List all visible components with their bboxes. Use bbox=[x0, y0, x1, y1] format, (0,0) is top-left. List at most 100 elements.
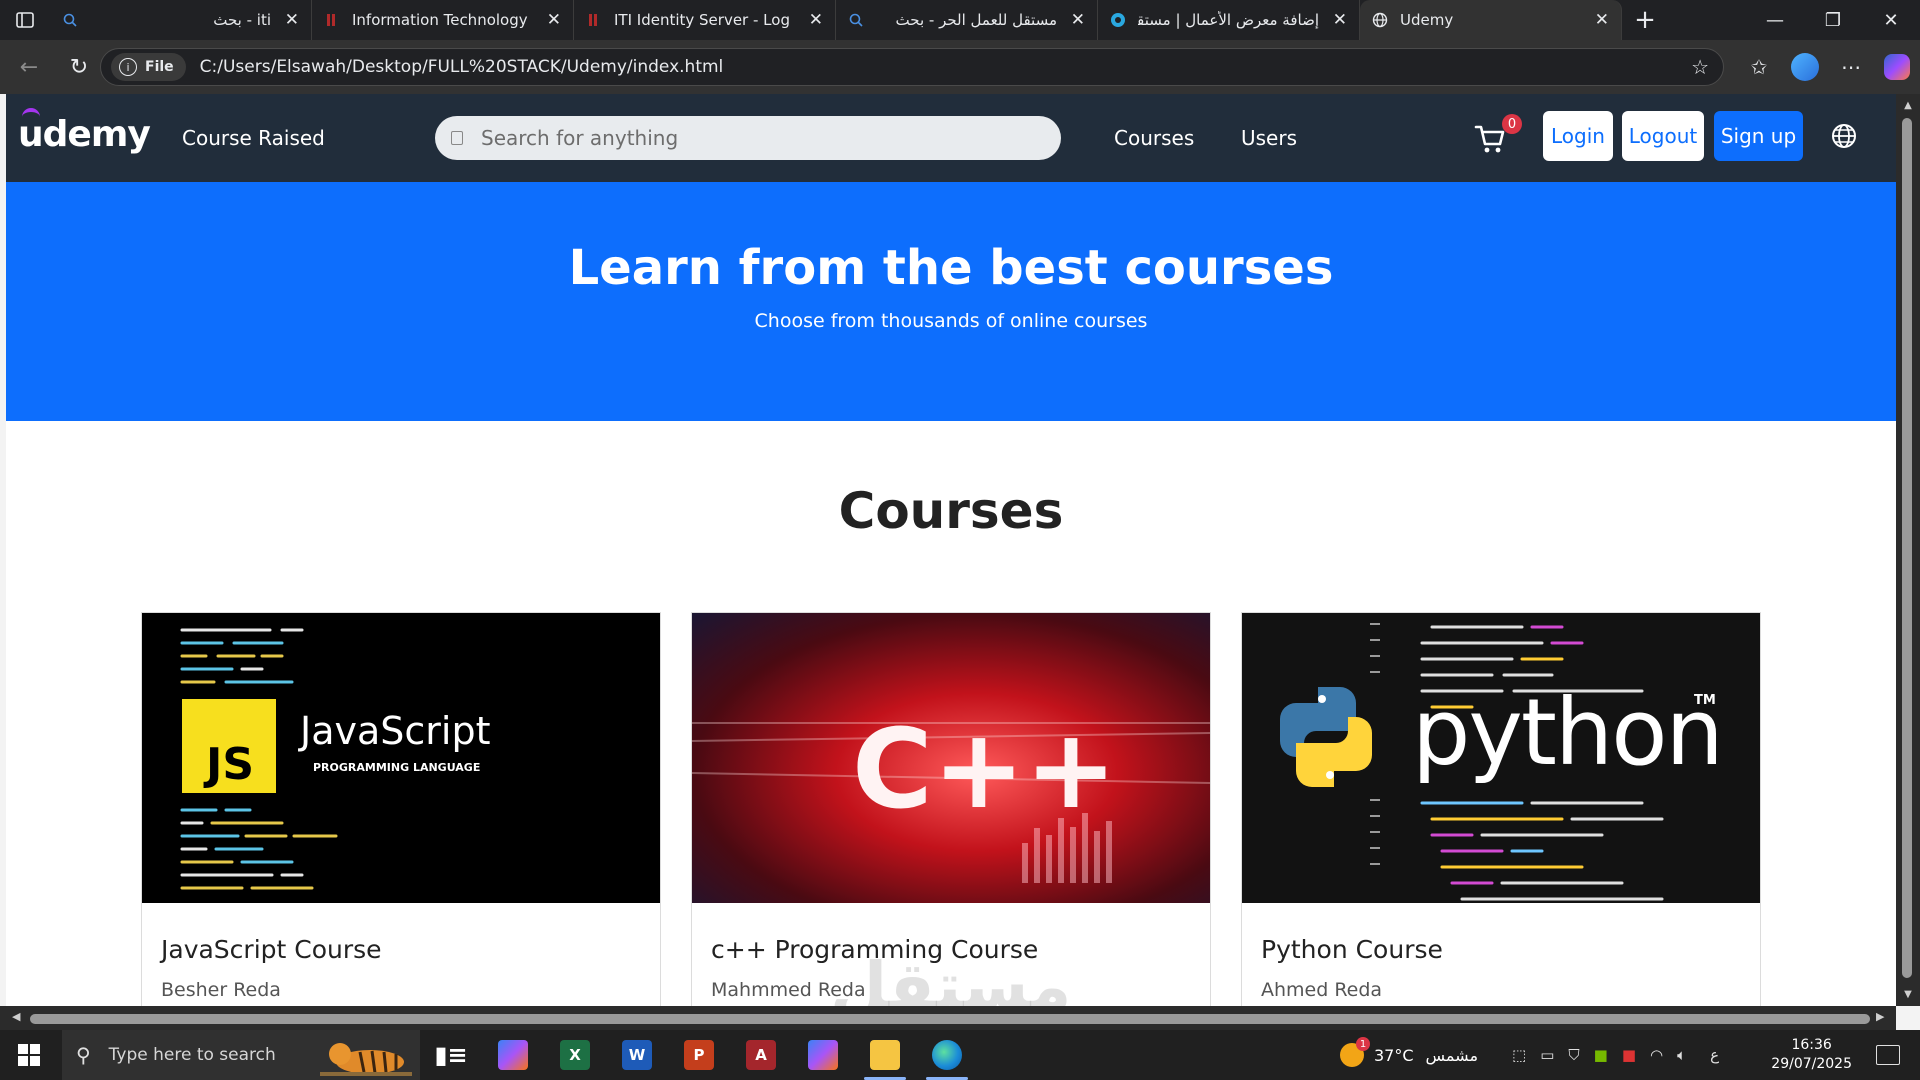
browser-tab[interactable]: إضافة معرض الأعمال | مستقل ✕ bbox=[1098, 0, 1360, 40]
scroll-right-icon[interactable]: ▶ bbox=[1876, 1010, 1884, 1023]
favorites-icon[interactable]: ✩ bbox=[1736, 55, 1782, 79]
weather-widget[interactable]: 1 37°C مشمس bbox=[1340, 1030, 1478, 1080]
site-navbar: udemy Course Raised Courses Users 0 Logi… bbox=[6, 94, 1896, 182]
close-icon[interactable]: ✕ bbox=[1595, 10, 1609, 30]
cart-count-badge: 0 bbox=[1502, 114, 1522, 134]
section-title: Courses bbox=[838, 482, 1064, 540]
taskbar-clock[interactable]: 16:36 29/07/2025 bbox=[1771, 1036, 1852, 1074]
tab-label: Udemy bbox=[1400, 11, 1454, 29]
close-icon[interactable]: ✕ bbox=[809, 10, 823, 30]
page-viewport: udemy Course Raised Courses Users 0 Logi… bbox=[6, 94, 1896, 1006]
copilot-icon[interactable] bbox=[1884, 54, 1910, 80]
close-icon[interactable]: ✕ bbox=[1071, 10, 1085, 30]
iti-logo-icon bbox=[586, 12, 602, 28]
minimize-icon[interactable]: — bbox=[1746, 0, 1804, 40]
favorite-star-icon[interactable]: ☆ bbox=[1691, 55, 1709, 79]
browser-tab-bar: iti - بحث ✕ Information Technology Insti… bbox=[0, 0, 1920, 40]
close-window-icon[interactable]: ✕ bbox=[1862, 0, 1920, 40]
windows-taskbar: ⚲ Type here to search ▮≡ X W P A 1 37°C … bbox=[0, 1030, 1920, 1080]
language-indicator[interactable]: ع bbox=[1710, 1046, 1719, 1064]
globe-icon bbox=[1372, 12, 1388, 28]
url-field[interactable]: i File C:/Users/Elsawah/Desktop/FULL%20S… bbox=[100, 48, 1724, 86]
excel-icon[interactable]: X bbox=[560, 1040, 590, 1070]
course-image-cpp: C++ bbox=[692, 613, 1210, 903]
edge-browser-icon[interactable] bbox=[926, 1040, 968, 1080]
new-tab-button[interactable]: + bbox=[1622, 0, 1668, 40]
wifi-icon[interactable]: ◠ bbox=[1650, 1046, 1663, 1064]
m365-icon[interactable] bbox=[808, 1040, 838, 1070]
browser-tab-active[interactable]: Udemy ✕ bbox=[1360, 0, 1622, 40]
vertical-scrollbar[interactable]: ▲ ▼ bbox=[1896, 94, 1920, 1006]
system-tray-icons: ⬚ ▭ ⛉ ■ ■ ◠ 🔈︎ ع bbox=[1512, 1030, 1719, 1080]
taskbar-search-placeholder: Type here to search bbox=[108, 1045, 276, 1065]
logout-button[interactable]: Logout bbox=[1622, 111, 1704, 161]
scroll-down-icon[interactable]: ▼ bbox=[1896, 989, 1920, 1000]
login-button[interactable]: Login bbox=[1543, 111, 1613, 161]
taskbar-search[interactable]: ⚲ Type here to search bbox=[62, 1030, 420, 1080]
powerpoint-icon[interactable]: P bbox=[684, 1040, 714, 1070]
search-input[interactable] bbox=[479, 125, 1023, 151]
tiger-illustration-icon bbox=[320, 1043, 412, 1076]
signup-button[interactable]: Sign up bbox=[1714, 111, 1803, 161]
site-info-chip[interactable]: i File bbox=[111, 53, 186, 81]
mostaql-logo-icon bbox=[1110, 12, 1126, 28]
horizontal-scroll-thumb[interactable] bbox=[30, 1014, 1870, 1024]
browser-tab[interactable]: iti - بحث ✕ bbox=[50, 0, 312, 40]
course-title[interactable]: Python Course bbox=[1261, 935, 1443, 964]
tray-app-icon[interactable]: ■ bbox=[1622, 1046, 1636, 1064]
course-title[interactable]: JavaScript Course bbox=[161, 935, 382, 964]
cart-icon[interactable] bbox=[1474, 124, 1506, 154]
battery-icon[interactable]: ▭ bbox=[1540, 1046, 1554, 1064]
scroll-left-icon[interactable]: ◀ bbox=[12, 1010, 20, 1023]
tray-meet-icon[interactable]: ⬚ bbox=[1512, 1046, 1526, 1064]
language-globe-icon[interactable] bbox=[1830, 122, 1858, 150]
file-explorer-icon[interactable] bbox=[864, 1040, 906, 1080]
tab-actions-icon[interactable] bbox=[0, 0, 50, 40]
restore-icon[interactable]: ❐ bbox=[1804, 0, 1862, 40]
volume-icon[interactable]: 🔈︎ bbox=[1677, 1046, 1686, 1064]
task-view-icon[interactable]: ▮≡ bbox=[434, 1040, 467, 1070]
course-instructor: Ahmed Reda bbox=[1261, 979, 1383, 1001]
browser-tab[interactable]: مستقل للعمل الحر - بحث ✕ bbox=[836, 0, 1098, 40]
course-card[interactable]: JS JavaScript PROGRAMMING LANGUAGE JavaS… bbox=[141, 612, 661, 1006]
browser-tab[interactable]: Information Technology Institute ✕ bbox=[312, 0, 574, 40]
nav-courses-link[interactable]: Courses bbox=[1114, 126, 1194, 150]
close-icon[interactable]: ✕ bbox=[285, 10, 299, 30]
udemy-logo[interactable]: udemy bbox=[18, 108, 151, 155]
weather-temp: 37°C bbox=[1374, 1045, 1414, 1065]
notification-center-icon[interactable] bbox=[1876, 1045, 1900, 1065]
nav-users-link[interactable]: Users bbox=[1241, 126, 1297, 150]
javascript-image-subtitle: PROGRAMMING LANGUAGE bbox=[313, 761, 481, 774]
window-controls: — ❐ ✕ bbox=[1746, 0, 1920, 40]
scroll-up-icon[interactable]: ▲ bbox=[1896, 100, 1920, 111]
word-icon[interactable]: W bbox=[622, 1040, 652, 1070]
vertical-scroll-thumb[interactable] bbox=[1902, 118, 1912, 978]
profile-avatar[interactable] bbox=[1791, 53, 1819, 81]
browser-tab[interactable]: ITI Identity Server - Log in ✕ bbox=[574, 0, 836, 40]
course-card[interactable]: python TM Python Course Ahmed Reda bbox=[1241, 612, 1761, 1006]
close-icon[interactable]: ✕ bbox=[1333, 10, 1347, 30]
clock-date: 29/07/2025 bbox=[1771, 1056, 1852, 1072]
close-icon[interactable]: ✕ bbox=[547, 10, 561, 30]
info-icon: i bbox=[119, 58, 137, 76]
windows-start-icon[interactable] bbox=[18, 1044, 40, 1066]
sun-icon: 1 bbox=[1340, 1037, 1370, 1067]
access-icon[interactable]: A bbox=[746, 1040, 776, 1070]
tab-label: مستقل للعمل الحر - بحث bbox=[895, 11, 1057, 29]
course-title[interactable]: c++ Programming Course bbox=[711, 935, 1038, 964]
course-card[interactable]: C++ c++ Programming Course Mahmmed Reda bbox=[691, 612, 1211, 1006]
copilot-app-icon[interactable] bbox=[498, 1040, 528, 1070]
search-icon bbox=[62, 12, 78, 28]
more-icon[interactable]: ⋯ bbox=[1828, 55, 1874, 79]
back-icon[interactable]: ← bbox=[8, 46, 50, 88]
python-image-text: python bbox=[1412, 679, 1724, 786]
tab-label: إضافة معرض الأعمال | مستقل bbox=[1138, 11, 1319, 29]
security-shield-icon[interactable]: ⛉ bbox=[1568, 1046, 1579, 1064]
horizontal-scrollbar[interactable]: ◀ ▶ bbox=[0, 1006, 1896, 1030]
hero-title: Learn from the best courses bbox=[568, 240, 1334, 296]
nvidia-icon[interactable]: ■ bbox=[1594, 1046, 1608, 1064]
address-bar: ← ↻ i File C:/Users/Elsawah/Desktop/FULL… bbox=[0, 40, 1920, 94]
refresh-icon[interactable]: ↻ bbox=[58, 46, 100, 88]
brand-text[interactable]: Course Raised bbox=[182, 126, 325, 150]
tab-label: Information Technology Institute bbox=[352, 11, 533, 29]
